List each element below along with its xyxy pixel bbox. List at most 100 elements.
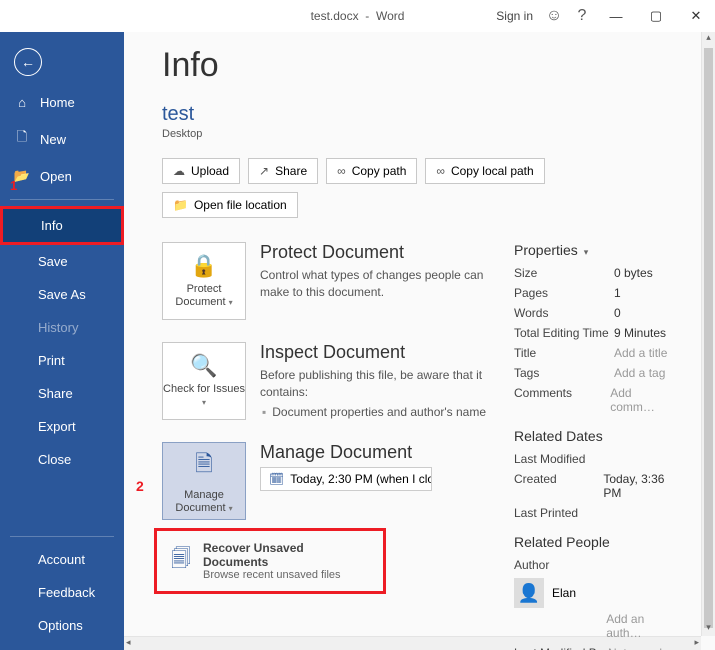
copy-local-path-button[interactable]: ∞Copy local path bbox=[425, 158, 544, 184]
minimize-button[interactable]: — bbox=[603, 9, 629, 24]
chevron-down-icon: ▾ bbox=[584, 247, 589, 257]
share-button[interactable]: ↗Share bbox=[248, 158, 318, 184]
recover-unsaved-option[interactable]: 🗐 Recover Unsaved Documents Browse recen… bbox=[154, 528, 386, 594]
profile-icon[interactable]: ☺ bbox=[547, 9, 561, 23]
chevron-down-icon: ▾ bbox=[229, 298, 233, 307]
action-toolbar: ☁Upload ↗Share ∞Copy path ∞Copy local pa… bbox=[162, 158, 677, 218]
prop-val-pages: 1 bbox=[614, 286, 621, 300]
sidebar-item-close[interactable]: Close bbox=[0, 443, 124, 476]
share-icon: ↗ bbox=[259, 164, 269, 178]
home-icon: ⌂ bbox=[14, 95, 30, 110]
sidebar-item-share[interactable]: Share bbox=[0, 377, 124, 410]
recovery-entry[interactable]: 🗓 Today, 2:30 PM (when I closed… bbox=[260, 467, 432, 491]
link-icon: ∞ bbox=[337, 164, 346, 178]
prop-key-size: Size bbox=[514, 266, 614, 280]
sidebar-item-home[interactable]: ⌂Home bbox=[0, 86, 124, 119]
prop-key-comments: Comments bbox=[514, 386, 610, 414]
sidebar-item-saveas[interactable]: Save As bbox=[0, 278, 124, 311]
annotation-2: 2 bbox=[136, 478, 144, 494]
prop-key-created: Created bbox=[514, 472, 603, 500]
prop-key-words: Words bbox=[514, 306, 614, 320]
sidebar-item-print[interactable]: Print bbox=[0, 344, 124, 377]
sidebar-item-info[interactable]: Info bbox=[0, 206, 124, 245]
scroll-right-arrow[interactable]: ▸ bbox=[694, 637, 699, 648]
sidebar-item-save[interactable]: Save bbox=[0, 245, 124, 278]
link-icon: ∞ bbox=[436, 164, 445, 178]
backstage-sidebar: ← ⌂Home 🗋New 📂Open Info Save Save As His… bbox=[0, 0, 124, 650]
chevron-down-icon: ▾ bbox=[202, 398, 206, 407]
sidebar-item-new[interactable]: 🗋New bbox=[0, 119, 124, 159]
signin-link[interactable]: Sign in bbox=[496, 9, 533, 23]
open-file-location-button[interactable]: 📁Open file location bbox=[162, 192, 298, 218]
prop-val-time: 9 Minutes bbox=[614, 326, 666, 340]
upload-icon: ☁ bbox=[173, 164, 185, 178]
sidebar-item-history: History bbox=[0, 311, 124, 344]
prop-key-lastprint: Last Printed bbox=[514, 506, 614, 520]
inspect-item: Document properties and author's name bbox=[276, 405, 492, 419]
maximize-button[interactable]: ▢ bbox=[643, 8, 669, 24]
properties-heading[interactable]: Properties ▾ bbox=[514, 242, 677, 258]
related-people-heading: Related People bbox=[514, 534, 677, 550]
upload-button[interactable]: ☁Upload bbox=[162, 158, 240, 184]
title-bar: test.docx - Word Sign in ☺ ? — ▢ ✕ bbox=[0, 0, 715, 32]
inspect-icon: 🔍 bbox=[190, 353, 217, 379]
document-icon: 🗎 bbox=[195, 447, 213, 485]
sidebar-separator bbox=[10, 536, 114, 537]
inspect-heading: Inspect Document bbox=[260, 342, 492, 363]
vertical-scrollbar[interactable]: ▴ ▾ bbox=[701, 32, 715, 636]
prop-val-title[interactable]: Add a title bbox=[614, 346, 667, 360]
main-panel: ▴ ▾ ◂ ▸ Info test Desktop ☁Upload ↗Share… bbox=[124, 32, 715, 650]
lock-icon: 🔒 bbox=[190, 253, 217, 279]
protect-description: Control what types of changes people can… bbox=[260, 267, 492, 301]
prop-key-title: Title bbox=[514, 346, 614, 360]
author-name: Elan bbox=[552, 586, 576, 600]
manage-heading: Manage Document bbox=[260, 442, 492, 463]
avatar: 👤 bbox=[514, 578, 544, 608]
calendar-icon: 🗓 bbox=[269, 472, 284, 486]
inspect-description: Before publishing this file, be aware th… bbox=[260, 367, 492, 401]
sidebar-item-export[interactable]: Export bbox=[0, 410, 124, 443]
prop-val-size: 0 bytes bbox=[614, 266, 653, 280]
add-author[interactable]: Add an auth… bbox=[606, 612, 677, 640]
prop-val-lastmodby: Not saved yet bbox=[608, 646, 677, 650]
annotation-1: 1 bbox=[10, 178, 17, 193]
back-button[interactable]: ← bbox=[14, 48, 42, 76]
prop-val-comments[interactable]: Add comm… bbox=[610, 386, 677, 414]
prop-key-time: Total Editing Time bbox=[514, 326, 614, 340]
window-title: test.docx - Word bbox=[311, 9, 405, 23]
prop-key-author: Author bbox=[514, 558, 614, 572]
recover-icon: 🗐 bbox=[171, 544, 191, 578]
check-issues-button[interactable]: 🔍 Check for Issues ▾ bbox=[162, 342, 246, 420]
manage-document-button[interactable]: 🗎 Manage Document ▾ bbox=[162, 442, 246, 520]
scroll-left-arrow[interactable]: ◂ bbox=[126, 637, 131, 648]
sidebar-item-options[interactable]: Options bbox=[0, 609, 124, 642]
related-dates-heading: Related Dates bbox=[514, 428, 677, 444]
prop-val-created: Today, 3:36 PM bbox=[603, 472, 677, 500]
recover-title: Recover Unsaved Documents bbox=[203, 541, 369, 569]
scroll-down-arrow[interactable]: ▾ bbox=[702, 622, 715, 636]
recover-subtitle: Browse recent unsaved files bbox=[203, 569, 369, 581]
document-title: test bbox=[162, 103, 677, 126]
chevron-down-icon: ▾ bbox=[229, 504, 233, 513]
close-window-button[interactable]: ✕ bbox=[683, 8, 709, 24]
help-icon[interactable]: ? bbox=[575, 9, 589, 23]
document-location: Desktop bbox=[162, 128, 677, 140]
prop-key-tags: Tags bbox=[514, 366, 614, 380]
prop-key-pages: Pages bbox=[514, 286, 614, 300]
prop-key-lastmodby: Last Modified By bbox=[514, 646, 608, 650]
sidebar-item-open[interactable]: 📂Open bbox=[0, 159, 124, 193]
folder-icon: 📁 bbox=[173, 198, 188, 212]
copy-path-button[interactable]: ∞Copy path bbox=[326, 158, 417, 184]
protect-document-button[interactable]: 🔒 Protect Document ▾ bbox=[162, 242, 246, 320]
scrollbar-thumb[interactable] bbox=[704, 48, 713, 628]
new-icon: 🗋 bbox=[14, 128, 30, 150]
page-heading: Info bbox=[162, 46, 677, 85]
scroll-up-arrow[interactable]: ▴ bbox=[702, 32, 715, 46]
sidebar-item-account[interactable]: Account bbox=[0, 543, 124, 576]
sidebar-item-feedback[interactable]: Feedback bbox=[0, 576, 124, 609]
sidebar-separator bbox=[10, 199, 114, 200]
prop-key-lastmod: Last Modified bbox=[514, 452, 614, 466]
prop-val-words: 0 bbox=[614, 306, 621, 320]
protect-heading: Protect Document bbox=[260, 242, 492, 263]
prop-val-tags[interactable]: Add a tag bbox=[614, 366, 665, 380]
